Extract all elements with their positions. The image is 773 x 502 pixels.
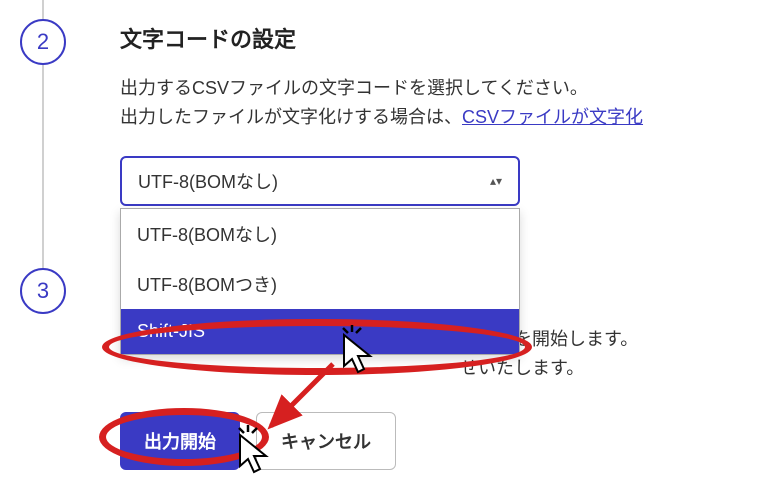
encoding-dropdown: UTF-8(BOMなし) UTF-8(BOMつき) Shift-JIS	[120, 208, 520, 355]
option-utf8-bom[interactable]: UTF-8(BOMつき)	[121, 259, 519, 309]
section-title: 文字コードの設定	[120, 22, 760, 54]
option-shiftjis[interactable]: Shift-JIS	[121, 309, 519, 354]
description-line-1: 出力するCSVファイルの文字コードを選択してください。	[120, 74, 760, 103]
chevron-updown-icon: ▴▾	[490, 174, 502, 188]
encoding-select[interactable]: UTF-8(BOMなし) ▴▾	[120, 156, 520, 206]
start-export-button[interactable]: 出力開始	[120, 412, 240, 470]
description-line-2: 出力したファイルが文字化けする場合は、CSVファイルが文字化	[120, 103, 760, 132]
cancel-button[interactable]: キャンセル	[256, 412, 396, 470]
step-2-content: 文字コードの設定 出力するCSVファイルの文字コードを選択してください。 出力し…	[120, 22, 760, 206]
step-number: 2	[37, 29, 49, 55]
encoding-select-container: UTF-8(BOMなし) ▴▾ UTF-8(BOMなし) UTF-8(BOMつき…	[120, 156, 520, 206]
action-buttons: 出力開始 キャンセル	[120, 412, 396, 470]
option-utf8-nobom[interactable]: UTF-8(BOMなし)	[121, 209, 519, 259]
desc-prefix: 出力したファイルが文字化けする場合は、	[120, 107, 462, 127]
mojibake-help-link[interactable]: CSVファイルが文字化	[462, 107, 643, 127]
select-current-value: UTF-8(BOMなし)	[138, 168, 278, 194]
step-indicator-2: 2	[20, 19, 66, 65]
body-line-2: せいたします。	[460, 354, 638, 383]
step-number: 3	[37, 278, 49, 304]
step-indicator-3: 3	[20, 268, 66, 314]
